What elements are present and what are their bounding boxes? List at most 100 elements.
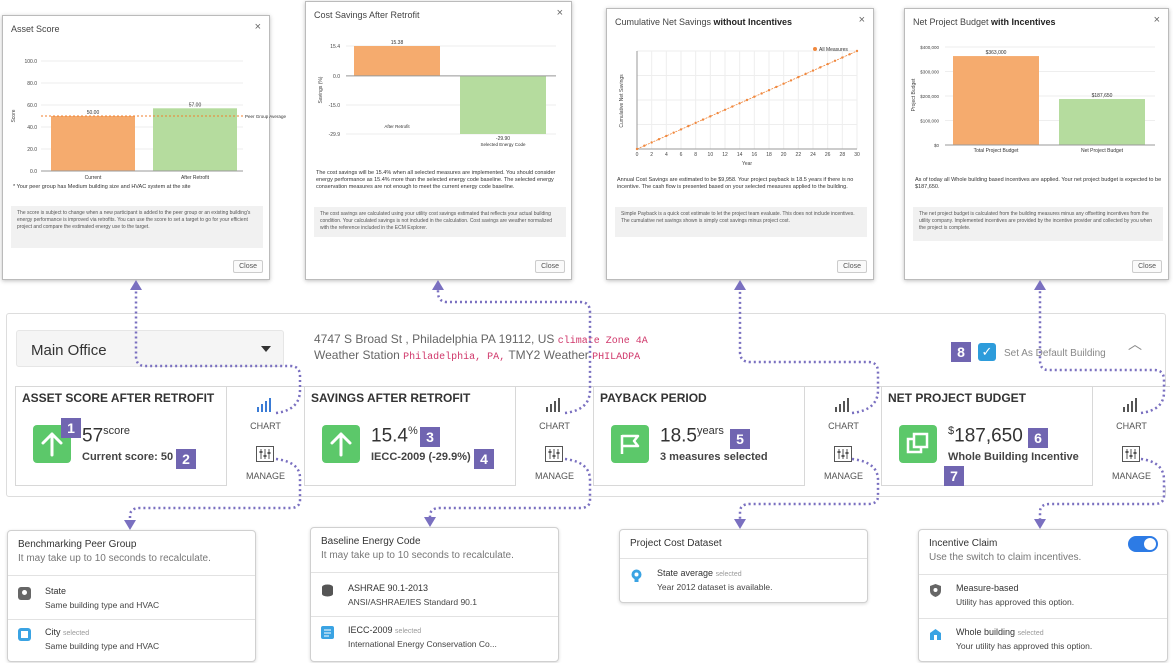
close-button[interactable]: Close	[837, 260, 867, 273]
close-button[interactable]: Close	[1132, 260, 1162, 273]
y-tick-label: 60.0	[27, 103, 37, 109]
manage-button[interactable]: MANAGE	[226, 436, 304, 486]
x-tick-label: 2	[650, 152, 653, 158]
map-pin-icon	[18, 587, 31, 600]
popup-footer: The score is subject to change when a ne…	[11, 206, 263, 248]
code-option-iecc[interactable]: IECC-2009 selected International Energy …	[321, 625, 551, 653]
cost-option-state-average[interactable]: State average selected Year 2012 dataset…	[630, 568, 860, 596]
sliders-icon	[834, 446, 852, 462]
y-tick-label: $0	[934, 143, 940, 148]
y-tick-label: -29.9	[329, 132, 341, 138]
card-subtext: Whole Building Incentive	[948, 451, 1079, 463]
y-tick-label: 100.0	[24, 59, 37, 65]
bar-chart-icon	[257, 398, 271, 412]
y-tick-label: 0.0	[333, 74, 340, 80]
y-tick-label: 0.0	[30, 169, 37, 175]
close-icon[interactable]: ×	[557, 7, 563, 19]
close-icon[interactable]: ×	[255, 21, 261, 33]
card-value: 57score	[82, 425, 131, 447]
asset-score-popup: Asset Score × 0.0 20.0 40.0 60.0 80.0 100.0 Sc…	[2, 15, 286, 280]
y-axis-label: Score	[11, 109, 17, 122]
building-select[interactable]: Main Office	[16, 330, 284, 367]
chart-button[interactable]: CHART	[804, 387, 882, 437]
x-tick-label: 0	[636, 152, 639, 158]
manage-button[interactable]: MANAGE	[804, 436, 882, 486]
chevron-down-icon	[261, 346, 271, 352]
building-select-value: Main Office	[31, 342, 107, 359]
card-value: 15.4%	[371, 425, 418, 447]
card-value: $187,650	[948, 425, 1023, 447]
bar-chart-icon	[1123, 398, 1137, 412]
popup-note: As of today all Whole building based inc…	[915, 177, 1162, 190]
y-tick-label: 20.0	[27, 147, 37, 153]
incentive-claim-toggle[interactable]	[1128, 536, 1158, 552]
incentive-option-measure[interactable]: Measure-based Utility has approved this …	[929, 583, 1159, 611]
chart-button[interactable]: CHART	[1092, 387, 1170, 437]
x-tick-label: 26	[825, 152, 831, 158]
incentive-option-whole-building[interactable]: Whole building selected Your utility has…	[929, 627, 1159, 655]
x-tick-label: 12	[722, 152, 728, 158]
x-tick-label: After Retrofit	[181, 175, 210, 181]
close-icon[interactable]: ×	[859, 14, 865, 26]
panel-title: Project Cost Dataset	[630, 538, 722, 549]
x-tick-label: 20	[781, 152, 787, 158]
y-tick-label: 40.0	[27, 125, 37, 131]
popup-note: * Your peer group has Medium building si…	[13, 184, 191, 190]
arrow-up-icon	[322, 425, 360, 463]
close-button[interactable]: Close	[233, 260, 263, 273]
bar	[460, 75, 546, 134]
x-tick-label: 4	[665, 152, 668, 158]
y-axis-label: Project Budget	[911, 78, 917, 111]
bar-chart-icon	[546, 398, 560, 412]
manage-button[interactable]: MANAGE	[1092, 436, 1170, 486]
x-tick-label: 18	[766, 152, 772, 158]
chevron-up-icon[interactable]: ︿	[1128, 334, 1142, 354]
close-button[interactable]: Close	[535, 260, 565, 273]
manage-button[interactable]: MANAGE	[515, 436, 593, 486]
bar-chart-icon	[835, 398, 849, 412]
reference-line-label: Peer Group Average	[245, 114, 286, 119]
badge-3: 3	[420, 427, 440, 447]
x-tick-label: Current	[85, 175, 102, 181]
bar	[1059, 99, 1145, 145]
card-subtext: IECC-2009 (-29.9%)	[371, 451, 471, 463]
database-icon	[321, 584, 334, 597]
savings-card: SAVINGS AFTER RETROFIT 15.4% IECC-2009 (…	[304, 386, 593, 486]
badge-2: 2	[176, 449, 196, 469]
popup-note: Annual Cost Savings are estimated to be …	[617, 177, 854, 190]
x-tick-label: 10	[708, 152, 714, 158]
panel-title: Baseline Energy Code	[321, 536, 421, 547]
x-tick-label: 22	[796, 152, 802, 158]
badge-1: 1	[61, 418, 81, 438]
sliders-icon	[545, 446, 563, 462]
popup-footer: Simple Payback is a quick cost estimate …	[615, 207, 867, 237]
climate-zone: climate Zone 4A	[557, 336, 648, 347]
card-subtext: Current score: 50	[82, 451, 174, 463]
lightbulb-icon	[630, 569, 643, 582]
code-option-ashrae[interactable]: ASHRAE 90.1-2013 ANSI/ASHRAE/IES Standar…	[321, 583, 551, 611]
popup-title: Cost Savings After Retrofit	[314, 10, 420, 20]
y-tick-label: $300,000	[920, 70, 939, 75]
asset-score-card: ASSET SCORE AFTER RETROFIT 57score Curre…	[15, 386, 304, 486]
bar	[354, 46, 440, 76]
x-tick-label: Net Project Budget	[1081, 148, 1124, 154]
cost-savings-popup: Cost Savings After Retrofit × 15.4 0.0 -15…	[305, 1, 572, 280]
y-tick-label: $200,000	[920, 94, 939, 99]
chart-button[interactable]: CHART	[515, 387, 593, 437]
bar-value-label: 57.00	[189, 102, 202, 108]
panel-subtitle: It may take up to 10 seconds to recalcul…	[321, 550, 514, 561]
popup-title: Cumulative Net Savings without Incentive…	[615, 17, 793, 27]
card-subtext: 3 measures selected	[660, 451, 768, 463]
x-axis-label: Year	[742, 161, 752, 167]
default-building-checkbox[interactable]: ✓	[978, 343, 996, 361]
peer-group-panel: Benchmarking Peer Group It may take up t…	[7, 530, 256, 662]
peer-option-city[interactable]: City selected Same building type and HVA…	[18, 627, 248, 655]
cumulative-savings-popup: Cumulative Net Savings without Incentive…	[606, 8, 874, 280]
y-tick-label: 80.0	[27, 81, 37, 87]
bar-value-label: $187,650	[1092, 93, 1113, 99]
peer-option-state[interactable]: State Same building type and HVAC	[18, 586, 248, 614]
sliders-icon	[1122, 446, 1140, 462]
default-building-label: Set As Default Building	[1004, 348, 1106, 359]
close-icon[interactable]: ×	[1154, 14, 1160, 26]
chart-button[interactable]: CHART	[226, 387, 304, 437]
